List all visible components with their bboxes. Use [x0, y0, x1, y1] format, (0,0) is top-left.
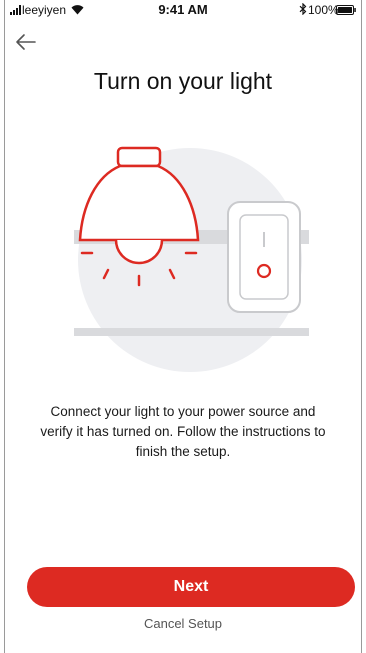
- battery-icon: [336, 5, 356, 15]
- battery-percentage: 100%: [308, 3, 339, 17]
- signal-bars-icon: [10, 5, 21, 15]
- setup-description: Connect your light to your power source …: [40, 404, 326, 459]
- screen-edge-left: [4, 0, 5, 653]
- carrier-name: leeyiyen: [22, 3, 67, 17]
- page-title: Turn on your light: [93, 68, 273, 94]
- arrow-left-icon[interactable]: [14, 30, 38, 54]
- next-button[interactable]: Next: [27, 567, 355, 607]
- cancel-setup-link[interactable]: Cancel Setup: [120, 616, 246, 631]
- setup-screen: leeyiyen 9:41 AM 100% Turn on your light: [0, 0, 366, 653]
- wifi-icon: [71, 5, 84, 15]
- status-bar: leeyiyen 9:41 AM 100%: [0, 0, 366, 22]
- lamp-switch-illustration: [74, 146, 309, 372]
- screen-edge-right: [361, 0, 362, 653]
- bluetooth-icon: [299, 3, 307, 15]
- status-time: 9:41 AM: [158, 2, 208, 17]
